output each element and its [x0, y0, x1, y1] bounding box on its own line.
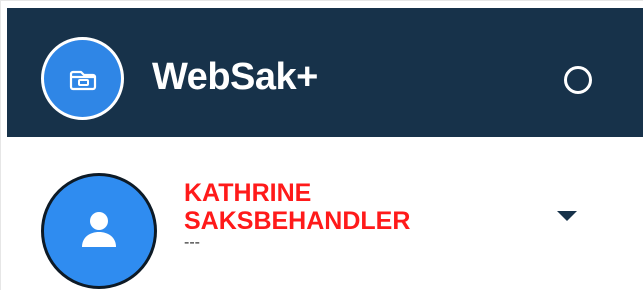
user-first-name: KATHRINE	[184, 179, 312, 207]
app-logo[interactable]	[41, 37, 124, 120]
user-avatar[interactable]	[41, 173, 157, 289]
user-role-name: SAKSBEHANDLER	[184, 207, 411, 235]
user-subtitle: ---	[184, 234, 200, 251]
app-header: WebSak+	[7, 8, 643, 137]
caret-down-icon[interactable]	[557, 211, 577, 221]
app-panel: WebSak+ KATHRINE SAKSBEHANDLER ---	[0, 0, 643, 290]
circle-outline-icon[interactable]	[564, 66, 592, 94]
person-icon	[82, 212, 116, 247]
user-profile[interactable]: KATHRINE SAKSBEHANDLER ---	[7, 137, 643, 290]
folder-icon	[69, 70, 96, 90]
user-name: KATHRINE SAKSBEHANDLER	[184, 179, 484, 235]
app-title: WebSak+	[152, 56, 318, 98]
